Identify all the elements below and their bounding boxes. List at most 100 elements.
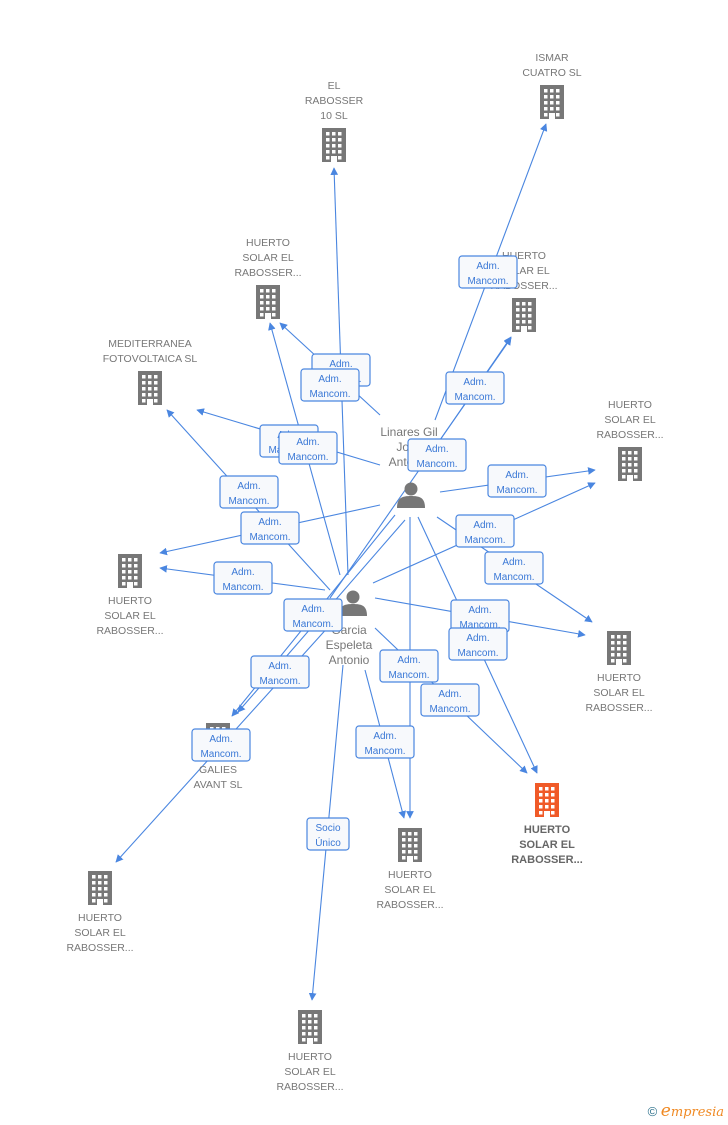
company-node[interactable]: ISMAR CUATRO SL [522, 52, 582, 119]
company-label: CUATRO SL [522, 67, 581, 79]
relation-text: Adm. [231, 567, 254, 578]
relation-label-adm[interactable]: Adm.Mancom. [240, 511, 300, 545]
company-label: RABOSSER [305, 95, 364, 107]
relation-text: Adm. [329, 359, 352, 370]
relation-text: Adm. [425, 444, 448, 455]
building-icon [618, 447, 642, 481]
company-label: HUERTO [388, 869, 432, 881]
relation-label-adm[interactable]: Adm.Mancom. [484, 551, 544, 585]
relation-text: Mancom. [259, 676, 300, 687]
relation-text: Adm. [466, 633, 489, 644]
company-label: HUERTO [78, 912, 122, 924]
relation-text: Adm. [237, 481, 260, 492]
brand-name: empresia [660, 1101, 724, 1121]
company-node[interactable]: EL RABOSSER 10 SL [305, 80, 364, 162]
relation-label-adm[interactable]: Adm. Mancom. [278, 431, 338, 465]
company-label: RABOSSER... [511, 854, 583, 866]
relation-text: Mancom. [228, 496, 269, 507]
company-label: SOLAR EL [242, 252, 294, 264]
relation-text: Mancom. [200, 749, 241, 760]
building-icon [398, 828, 422, 862]
company-node[interactable]: HUERTO SOLAR EL RABOSSER... [66, 871, 134, 954]
relation-text: Mancom. [292, 619, 333, 630]
company-node[interactable]: MEDITERRANEA FOTOVOLTAICA SL [103, 338, 198, 405]
relation-label-adm[interactable]: Adm. Mancom. [283, 598, 343, 632]
relation-text: Adm. [373, 731, 396, 742]
company-node[interactable]: HUERTO SOLAR EL RABOSSER... [96, 554, 164, 637]
relation-text: Mancom. [493, 572, 534, 583]
relation-text: Mancom. [309, 389, 350, 400]
company-label: SOLAR EL [384, 884, 436, 896]
relation-label-adm[interactable]: Adm. Mancom. [300, 368, 360, 402]
company-label: ISMAR [535, 52, 569, 64]
relation-text: Adm. [268, 661, 291, 672]
company-label: SOLAR EL [284, 1066, 336, 1078]
relation-text: Adm. [301, 604, 324, 615]
relation-label-adm[interactable]: Adm.Mancom. [487, 464, 547, 498]
company-label: RABOSSER... [96, 625, 163, 637]
relation-text: Mancom. [222, 582, 263, 593]
company-node[interactable]: HUERTO SOLAR EL RABOSSER... [596, 399, 664, 481]
relation-label-adm[interactable]: Adm. Mancom. [355, 725, 415, 759]
building-icon [88, 871, 112, 905]
company-label: HUERTO [246, 237, 290, 249]
relation-text: Mancom. [464, 535, 505, 546]
relation-text: Mancom. [429, 704, 470, 715]
relation-label-adm[interactable]: Adm.Mancom. [448, 627, 508, 661]
person-label: Antonio [329, 653, 370, 667]
company-label: RABOSSER... [585, 702, 652, 714]
relation-text: Adm. [438, 689, 461, 700]
relation-text: Mancom. [416, 459, 457, 470]
relation-text: Adm. [318, 374, 341, 385]
company-node[interactable]: HUERTO SOLAR EL RABOSSER... [511, 783, 583, 866]
relation-text: Adm. [468, 605, 491, 616]
relation-text: Adm. [296, 437, 319, 448]
company-node[interactable]: HUERTO SOLAR EL RABOSSER... [276, 1010, 344, 1093]
relation-label-adm[interactable]: Adm. Mancom. [445, 371, 505, 405]
company-label: AVANT SL [193, 779, 242, 791]
relation-label-socio[interactable]: Socio Único [306, 817, 350, 851]
company-node[interactable]: HUERTO SOLAR EL RABOSSER... [376, 828, 444, 911]
relation-label-adm[interactable]: Adm.Mancom. [450, 599, 510, 633]
relation-label-adm[interactable]: Adm. Mancom. [250, 655, 310, 689]
company-label: HUERTO [597, 672, 641, 684]
empresia-logo: © empresia [648, 1101, 724, 1121]
relation-label-adm[interactable]: Adm. Mancom. [420, 683, 480, 717]
company-label: SOLAR EL [593, 687, 645, 699]
company-node[interactable]: HUERTO SOLAR EL RABOSSER... [234, 237, 302, 319]
company-label: SOLAR EL [104, 610, 156, 622]
relation-text: Adm. [476, 261, 499, 272]
relation-text: Mancom. [287, 452, 328, 463]
relation-label-adm[interactable]: Adm. Mancom. [407, 438, 467, 472]
company-label: EL [328, 80, 341, 92]
relation-text: Mancom. [467, 276, 508, 287]
building-icon [540, 85, 564, 119]
relation-text: Mancom. [249, 532, 290, 543]
company-label: SOLAR EL [519, 839, 575, 851]
network-diagram: EL RABOSSER 10 SL ISMAR CUATRO SL HUERTO SOLAR… [66, 52, 664, 1093]
relation-label-adm[interactable]: Adm.Mancom. [455, 514, 515, 548]
relation-text: Adm. [505, 470, 528, 481]
relation-text: Mancom. [364, 746, 405, 757]
company-label: 10 SL [320, 110, 348, 122]
building-icon [322, 128, 346, 162]
company-node[interactable]: HUERTO SOLAR EL RABOSSER... [585, 631, 653, 714]
building-icon [256, 285, 280, 319]
company-label: RABOSSER... [66, 942, 133, 954]
relation-label-adm[interactable]: Adm. Mancom. [213, 561, 273, 595]
company-label: RABOSSER... [376, 899, 443, 911]
company-label: RABOSSER... [276, 1081, 343, 1093]
relation-text: Adm. [463, 377, 486, 388]
building-icon [512, 298, 536, 332]
relation-label-adm[interactable]: Adm.Mancom. [379, 649, 439, 683]
relation-label-adm[interactable]: Adm. Mancom. [219, 475, 279, 509]
person-icon [339, 590, 367, 616]
relation-label-adm[interactable]: Adm. Mancom. [458, 255, 518, 289]
relation-label-adm[interactable]: Adm.Mancom. [191, 728, 251, 762]
relation-text: Socio [315, 823, 340, 834]
relation-text: Mancom. [454, 392, 495, 403]
relation-text: Adm. [397, 655, 420, 666]
company-label: FOTOVOLTAICA SL [103, 353, 198, 365]
person-label: Linares Gil [380, 425, 437, 439]
company-label: SOLAR EL [604, 414, 656, 426]
